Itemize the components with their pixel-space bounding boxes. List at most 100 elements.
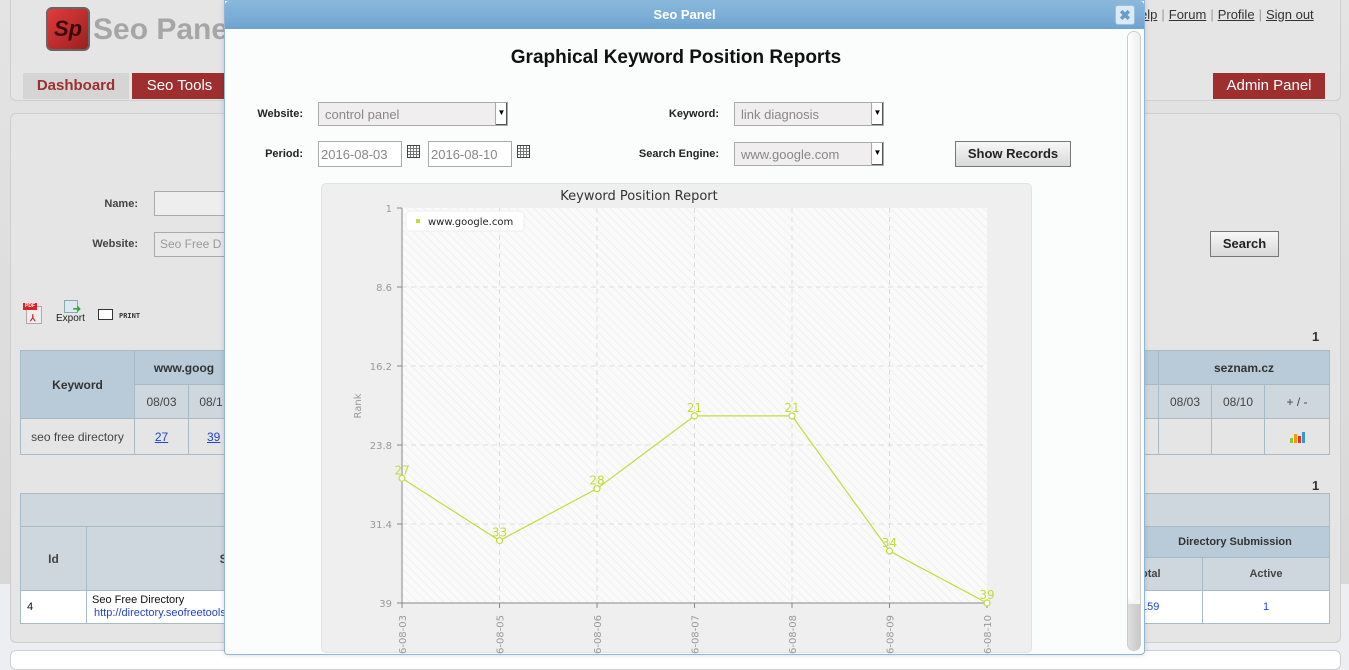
- site-cell: Seo Free Directory http://directory.seof…: [86, 590, 236, 624]
- chevron-down-icon: ▼: [495, 103, 507, 125]
- keyword-header: Keyword: [20, 350, 135, 419]
- period-from-input[interactable]: 2016-08-03: [318, 141, 402, 167]
- total-header: otal: [1140, 557, 1203, 591]
- active-link[interactable]: 1: [1202, 590, 1330, 624]
- website-label: Website:: [92, 238, 138, 250]
- keyword-position-chart: Keyword Position Report 1 8.6 16.2 23.8 31.4…: [353, 189, 995, 654]
- name-input[interactable]: [154, 191, 234, 216]
- calendar-icon[interactable]: [517, 145, 530, 158]
- calendar-icon[interactable]: [407, 145, 420, 158]
- site-header: Sit: [86, 526, 236, 591]
- x-tick-label: 6-08-10: [983, 615, 994, 654]
- top-links: elp | Forum | Profile | Sign out: [1140, 7, 1314, 22]
- chart-title: Keyword Position Report: [560, 189, 718, 204]
- data-label: 34: [882, 536, 897, 550]
- chart-container: Keyword Position Report 1 8.6 16.2 23.8 31.4…: [321, 183, 1032, 654]
- active-header: Active: [1202, 557, 1330, 591]
- sign-out-link[interactable]: Sign out: [1266, 7, 1314, 22]
- id-header: Id: [20, 526, 87, 591]
- x-tick-label: 6-08-03: [398, 615, 409, 654]
- chevron-down-icon: ▼: [871, 143, 883, 165]
- tab-dashboard[interactable]: Dashboard: [23, 73, 129, 99]
- keyword-label: Keyword:: [668, 108, 719, 120]
- y-tick-label: 23.8: [370, 441, 392, 452]
- y-axis-label: Rank: [353, 393, 364, 418]
- name-label: Name:: [104, 198, 138, 210]
- rank-cell: 27: [134, 418, 189, 455]
- export-label[interactable]: Export: [56, 313, 85, 324]
- rank-cell: [1211, 418, 1265, 455]
- search-engine-label: Search Engine:: [638, 148, 719, 160]
- data-label: 33: [492, 526, 507, 540]
- search-engine-select[interactable]: www.google.com ▼: [734, 142, 884, 166]
- bar-chart-icon[interactable]: [1289, 431, 1305, 443]
- data-label: 39: [979, 588, 994, 602]
- show-records-button[interactable]: Show Records: [955, 141, 1071, 167]
- report-modal: Seo Panel ✖ Graphical Keyword Position R…: [224, 0, 1145, 655]
- report-heading: Graphical Keyword Position Reports: [510, 47, 842, 68]
- engine-header-google: www.goog: [134, 350, 234, 385]
- logo-mark: Sp: [53, 16, 83, 41]
- y-tick-label: 31.4: [370, 520, 392, 531]
- data-label: 28: [589, 474, 604, 488]
- x-tick-label: 6-08-06: [593, 615, 604, 654]
- tab-seo-tools[interactable]: Seo Tools: [132, 73, 227, 99]
- page-number[interactable]: 1: [1312, 329, 1319, 344]
- scrollbar-thumb[interactable]: [1128, 32, 1140, 602]
- scrollbar-track-end[interactable]: [1128, 604, 1140, 650]
- date-header: 08/10: [1211, 384, 1265, 419]
- website-select[interactable]: Seo Free D: [154, 232, 234, 257]
- x-tick-label: 6-08-09: [886, 615, 897, 654]
- data-label: 27: [394, 463, 409, 477]
- y-tick-label: 8.6: [376, 283, 392, 294]
- legend-marker: [416, 219, 420, 223]
- search-engine-value: www.google.com: [741, 147, 840, 162]
- website-value: control panel: [325, 107, 400, 122]
- period-to-input[interactable]: 2016-08-10: [428, 141, 512, 167]
- keyword-value: link diagnosis: [741, 107, 820, 122]
- close-icon[interactable]: ✖: [1115, 5, 1135, 25]
- y-tick-label: 1: [386, 204, 392, 215]
- y-tick-label: 16.2: [370, 362, 392, 373]
- legend-label: www.google.com: [428, 217, 513, 228]
- data-label: 21: [784, 401, 799, 415]
- website-select[interactable]: control panel ▼: [318, 102, 508, 126]
- export-icon[interactable]: ➜: [64, 300, 81, 315]
- x-tick-label: 6-08-08: [788, 615, 799, 654]
- x-tick-label: 6-08-07: [691, 615, 702, 654]
- rank-cell: [1158, 418, 1212, 455]
- pdf-icon[interactable]: PDF ⅄: [23, 303, 43, 324]
- graph-cell: [1264, 418, 1330, 455]
- keyword-select[interactable]: link diagnosis ▼: [734, 102, 884, 126]
- page-number[interactable]: 1: [1312, 478, 1319, 493]
- site-name: Seo Free Directory: [92, 594, 185, 606]
- logo-text[interactable]: Seo Panel: [93, 13, 236, 47]
- chevron-down-icon: ▼: [871, 103, 883, 125]
- admin-panel-button[interactable]: Admin Panel: [1213, 73, 1325, 99]
- logo-icon[interactable]: Sp: [46, 7, 90, 51]
- period-label: Period:: [265, 148, 303, 160]
- profile-link[interactable]: Profile: [1218, 7, 1255, 22]
- site-url-link[interactable]: http://directory.seofreetools: [92, 607, 226, 620]
- y-tick-label: 39: [379, 599, 392, 610]
- id-cell: 4: [20, 590, 87, 624]
- modal-scrollbar[interactable]: [1127, 31, 1141, 651]
- modal-title-bar[interactable]: Seo Panel: [225, 1, 1144, 29]
- engine-header-seznam: seznam.cz: [1158, 350, 1330, 385]
- x-tick-label: 6-08-05: [496, 615, 507, 654]
- forum-link[interactable]: Forum: [1169, 7, 1207, 22]
- directory-submission-header: Directory Submission: [1140, 526, 1330, 558]
- change-header: + / -: [1264, 384, 1330, 419]
- total-link[interactable]: 159: [1140, 590, 1203, 624]
- rank-link[interactable]: 27: [155, 430, 168, 444]
- print-label[interactable]: PRINT: [119, 312, 140, 320]
- date-header: 08/03: [134, 384, 189, 419]
- search-button[interactable]: Search: [1210, 231, 1279, 257]
- website-label: Website:: [257, 108, 303, 120]
- modal-title: Seo Panel: [653, 7, 716, 22]
- keyword-cell: seo free directory: [20, 418, 135, 455]
- rank-link[interactable]: 39: [207, 430, 220, 444]
- date-header: 08/03: [1158, 384, 1212, 419]
- data-label: 21: [687, 401, 702, 415]
- print-icon[interactable]: [98, 309, 113, 320]
